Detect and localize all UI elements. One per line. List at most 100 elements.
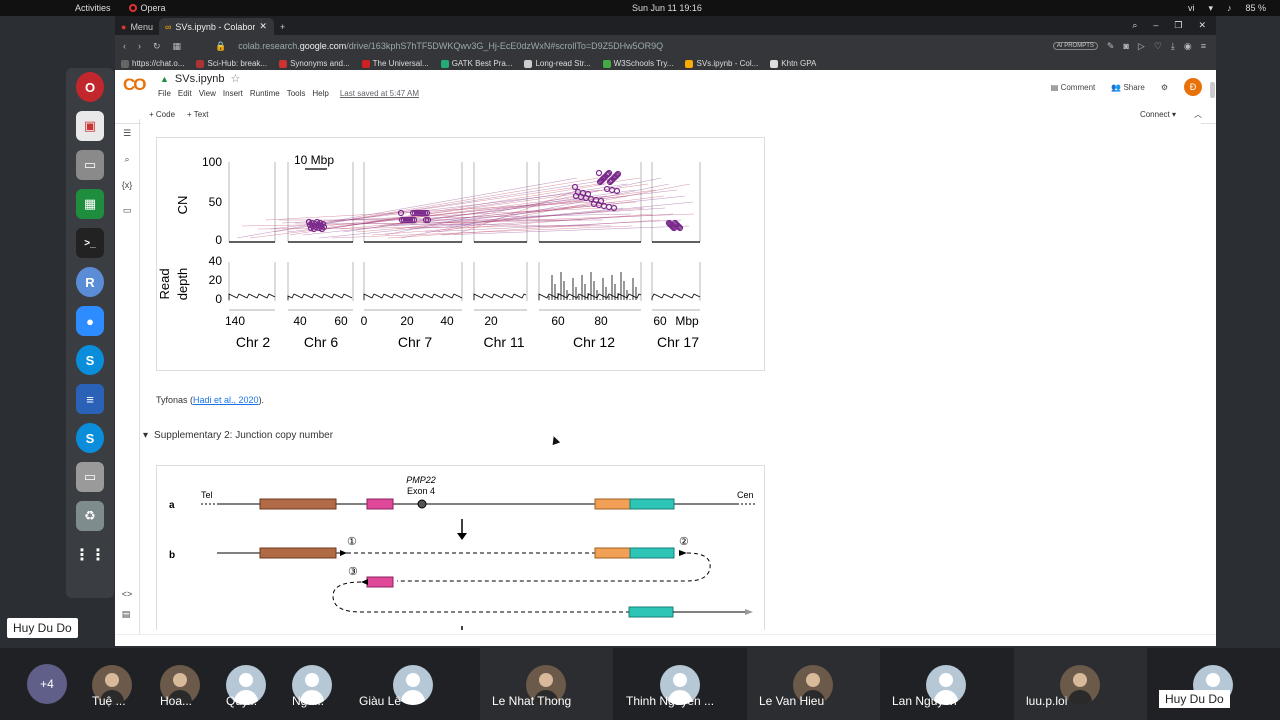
participant-tile[interactable]: Hoa... (158, 648, 203, 720)
participant-tile[interactable]: luu.p.loi (1014, 648, 1147, 720)
app-grid-icon[interactable]: ⋮⋮ (74, 540, 106, 570)
connect-button[interactable]: Connect ▾ (1140, 110, 1176, 119)
bookmark-item[interactable]: https://chat.o... (121, 59, 184, 68)
edit-icon[interactable]: ✎ (1107, 41, 1115, 52)
search-icon[interactable]: ⌕ (124, 154, 129, 165)
tabs-grid-icon[interactable]: ▦ (173, 41, 182, 52)
bookmark-item[interactable]: Long-read Str... (524, 59, 591, 68)
zoom-icon[interactable]: ● (76, 306, 104, 336)
document-editor-icon[interactable]: ≡ (76, 384, 104, 414)
participant-tile[interactable]: Thinh Nguyen ... (614, 648, 747, 720)
participant-tile[interactable]: Le Nhat Thong (480, 648, 613, 720)
r-app-icon[interactable]: R (76, 267, 104, 297)
spreadsheet-icon[interactable]: ▦ (76, 189, 104, 219)
segment-teal-b (629, 547, 675, 559)
code-snippets-icon[interactable]: <> (122, 589, 133, 599)
skype-icon[interactable]: S (76, 345, 104, 375)
segment-brown (259, 498, 337, 510)
software-store-icon[interactable]: ▣ (76, 111, 104, 141)
more-participants-badge[interactable]: +4 (27, 664, 67, 704)
menu-tools[interactable]: Tools (287, 89, 306, 98)
menu-help[interactable]: Help (312, 89, 328, 98)
participants-strip: +4 Tuệ ... Hoa... Quy... Ngu... Giàu Lê Le Nh… (0, 648, 1280, 720)
notebook-title[interactable]: SVs.ipynb (175, 73, 225, 85)
participant-tile[interactable]: Tuệ ... (90, 648, 135, 720)
citation-link[interactable]: Hadi et al., 2020 (193, 395, 259, 405)
horizontal-scrollbar[interactable] (115, 634, 1216, 646)
participant-tile[interactable]: Lan Nguyen (880, 648, 1013, 720)
download-icon[interactable]: ⤓ (1171, 41, 1175, 52)
participant-tile[interactable]: Quy... (224, 648, 269, 720)
bookmark-item[interactable]: W3Schools Try... (602, 59, 673, 68)
variables-icon[interactable]: {x} (122, 180, 133, 190)
section-header[interactable]: ▾ Supplementary 2: Junction copy number (143, 430, 333, 441)
clock[interactable]: Sun Jun 11 19:16 (632, 3, 702, 13)
search-tabs-icon[interactable]: ⌕ (1132, 20, 1137, 31)
add-code-button[interactable]: + Code (149, 110, 175, 119)
camera-icon[interactable]: ◙ (1123, 41, 1128, 51)
participant-tile[interactable]: Ngu... (290, 648, 335, 720)
vertical-scrollbar[interactable] (1210, 82, 1215, 98)
menu-file[interactable]: File (158, 89, 171, 98)
ai-prompts-button[interactable]: AI PROMPTS (1052, 42, 1098, 50)
figure-caption: Tyfonas (Hadi et al., 2020). (156, 395, 264, 405)
caret-down-icon[interactable]: ▾ (143, 430, 148, 441)
menu-insert[interactable]: Insert (223, 89, 243, 98)
menu-icon[interactable]: ≡ (1201, 41, 1206, 51)
drive-icon[interactable]: ▭ (76, 462, 104, 492)
account-avatar[interactable]: Đ (1184, 78, 1202, 96)
back-icon[interactable]: ‹ (123, 41, 126, 52)
files-icon[interactable]: ▭ (123, 205, 132, 216)
menu-edit[interactable]: Edit (178, 89, 192, 98)
bookmark-item[interactable]: Khtn GPA (770, 59, 816, 68)
settings-icon[interactable]: ⚙ (1161, 83, 1168, 92)
bookmark-item[interactable]: Synonyms and... (279, 59, 350, 68)
system-tray[interactable]: vi ▾ ♪ 85 % (1188, 3, 1266, 14)
language-indicator[interactable]: vi (1188, 3, 1195, 13)
bookmark-item[interactable]: Sci-Hub: break... (196, 59, 267, 68)
battery-indicator[interactable]: 85 % (1245, 3, 1266, 13)
new-tab-button[interactable]: + (274, 18, 291, 35)
comment-button[interactable]: ▤ Comment (1051, 83, 1095, 92)
sv-link-line (323, 195, 629, 227)
bookmark-item[interactable]: GATK Best Pra... (440, 59, 512, 68)
close-window-icon[interactable]: ✕ (1198, 20, 1206, 31)
colab-logo[interactable]: CO (123, 75, 146, 95)
maximize-icon[interactable]: ❐ (1174, 20, 1182, 31)
bookmark-item[interactable]: SVs.ipynb - Col... (685, 59, 758, 68)
activities-button[interactable]: Activities (75, 3, 111, 13)
forward-icon[interactable]: › (138, 41, 141, 52)
trash-icon[interactable]: ♻ (76, 501, 104, 531)
minimize-icon[interactable]: – (1153, 20, 1158, 31)
cn-axis-label: CN (175, 196, 190, 215)
cn-cluster-mark (600, 202, 608, 210)
close-tab-icon[interactable]: ✕ (259, 21, 267, 32)
table-of-contents-icon[interactable]: ☰ (123, 128, 131, 139)
files-icon[interactable]: ▭ (76, 150, 104, 180)
last-saved-link[interactable]: Last saved at 5:47 AM (340, 89, 419, 98)
profile-icon[interactable]: ◉ (1184, 41, 1192, 52)
bookmark-label: Sci-Hub: break... (207, 59, 268, 68)
participant-tile[interactable]: Huy Du Do (1147, 648, 1280, 720)
skype-icon-2[interactable]: S (76, 423, 104, 453)
menu-runtime[interactable]: Runtime (250, 89, 280, 98)
heart-icon[interactable]: ♡ (1154, 41, 1162, 52)
bookmark-item[interactable]: The Universal... (361, 59, 429, 68)
rd-tick: 40 (209, 254, 223, 268)
participant-tile[interactable]: Giàu Lê (347, 648, 480, 720)
opera-icon[interactable]: O (76, 72, 104, 102)
add-text-button[interactable]: + Text (187, 110, 208, 119)
play-icon[interactable]: ▷ (1138, 41, 1145, 52)
tab-menu[interactable]: ● Menu (115, 18, 159, 35)
menu-view[interactable]: View (199, 89, 216, 98)
reload-icon[interactable]: ↻ (153, 41, 161, 52)
star-icon[interactable]: ☆ (230, 72, 240, 85)
terminal-icon[interactable]: >_ (76, 228, 104, 258)
app-menu[interactable]: Opera (128, 3, 166, 13)
share-button[interactable]: 👥 Share (1111, 83, 1145, 92)
tab-bar: ● Menu ∞ SVs.ipynb - Colabora ✕ + ⌕ – ❐ ✕ (115, 16, 1216, 35)
tab-colab[interactable]: ∞ SVs.ipynb - Colabora ✕ (158, 18, 274, 35)
participant-tile[interactable]: Le Van Hieu (747, 648, 880, 720)
url-field[interactable]: colab.research.google.com/drive/163kphS7… (238, 41, 663, 51)
command-palette-icon[interactable]: ▤ (122, 609, 133, 620)
